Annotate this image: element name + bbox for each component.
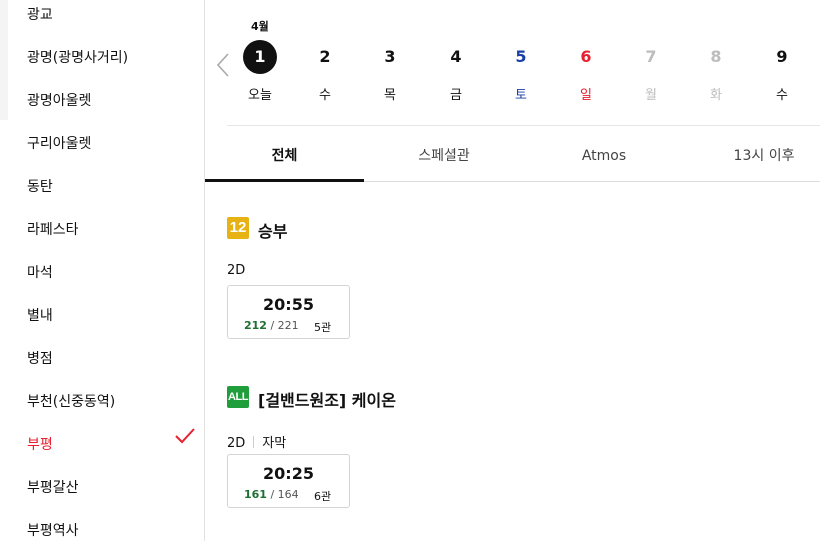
age-rating-badge: 12 xyxy=(227,217,249,239)
date-number: 4 xyxy=(450,47,462,66)
theater-sidebar: 광교 광명(광명사거리) 광명아울렛 구리아울렛 동탄 라페스타 마석 별내 병… xyxy=(0,0,205,541)
date-day-6[interactable]: 6 일 xyxy=(563,40,609,104)
check-icon xyxy=(175,428,195,444)
subtitle-label: 자막 xyxy=(262,436,287,451)
sidebar-item-gwangmyeong-outlet[interactable]: 광명아울렛 xyxy=(27,86,197,116)
showtime-button[interactable]: 20:55 212 / 221 5관 xyxy=(227,285,350,339)
date-number: 2 xyxy=(319,47,331,66)
seats-available: 161 xyxy=(244,488,267,501)
seats-available: 212 xyxy=(244,319,267,332)
sidebar-item-maseok[interactable]: 마석 xyxy=(27,258,197,288)
format-label: 2D xyxy=(227,436,246,451)
tab-atmos[interactable]: Atmos xyxy=(524,128,684,180)
sidebar-item-guri-outlet[interactable]: 구리아울렛 xyxy=(27,129,197,159)
sidebar-item-lafesta[interactable]: 라페스타 xyxy=(27,215,197,245)
date-divider xyxy=(227,125,820,126)
date-weekday: 목 xyxy=(384,88,396,103)
date-number: 8 xyxy=(710,47,722,66)
date-weekday: 화 xyxy=(710,88,722,103)
date-weekday: 월 xyxy=(645,88,657,103)
date-weekday: 오늘 xyxy=(248,88,272,103)
date-day-5[interactable]: 5 토 xyxy=(498,40,544,104)
sidebar-item-bucheon[interactable]: 부천(신중동역) xyxy=(27,387,197,417)
sidebar-item-bupyeong[interactable]: 부평 xyxy=(27,430,197,460)
movie-title[interactable]: 승부 xyxy=(258,218,287,242)
date-number: 7 xyxy=(645,47,657,66)
movie-format: 2D 자막 xyxy=(227,432,286,451)
date-day-4[interactable]: 4 금 xyxy=(433,40,479,104)
date-weekday: 일 xyxy=(580,88,592,103)
format-label: 2D xyxy=(227,263,246,278)
date-weekday: 금 xyxy=(450,88,462,103)
sidebar-item-byeollae[interactable]: 별내 xyxy=(27,301,197,331)
month-label: 4월 xyxy=(251,20,269,33)
date-number: 3 xyxy=(384,47,396,66)
movie-title[interactable]: [걸밴드원조] 케이온 xyxy=(258,387,396,411)
movie-format: 2D xyxy=(227,263,245,278)
date-day-7: 7 월 xyxy=(628,40,674,104)
date-number: 1 xyxy=(243,40,277,74)
sidebar-item-byeongjeom[interactable]: 병점 xyxy=(27,344,197,374)
date-day-2[interactable]: 2 수 xyxy=(302,40,348,104)
hall-label: 6관 xyxy=(314,490,332,503)
seat-count: 212 / 221 xyxy=(244,319,299,332)
tab-special[interactable]: 스페셜관 xyxy=(364,128,524,180)
date-number: 5 xyxy=(515,47,527,66)
date-day-3[interactable]: 3 목 xyxy=(367,40,413,104)
date-weekday: 토 xyxy=(515,88,527,103)
chevron-left-icon[interactable] xyxy=(214,52,234,78)
seats-total: / 221 xyxy=(270,319,299,332)
showtime-time: 20:55 xyxy=(263,295,314,314)
date-weekday: 수 xyxy=(776,88,788,103)
date-weekday: 수 xyxy=(319,88,331,103)
date-day-1[interactable]: 1 오늘 xyxy=(237,40,283,104)
date-day-9[interactable]: 9 수 xyxy=(759,40,805,104)
date-day-8: 8 화 xyxy=(693,40,739,104)
sidebar-item-dongtan[interactable]: 동탄 xyxy=(27,172,197,202)
sidebar-region-strip xyxy=(0,0,8,120)
showtime-time: 20:25 xyxy=(263,464,314,483)
sidebar-item-gwanggyo[interactable]: 광교 xyxy=(27,0,197,30)
seats-total: / 164 xyxy=(270,488,299,501)
active-tab-indicator xyxy=(205,179,364,182)
date-number: 9 xyxy=(776,47,788,66)
sidebar-item-bupyeong-galsan[interactable]: 부평갈산 xyxy=(27,473,197,503)
sidebar-item-bupyeong-station[interactable]: 부평역사 xyxy=(27,516,197,541)
hall-label: 5관 xyxy=(314,321,332,334)
tab-all[interactable]: 전체 xyxy=(205,128,364,180)
format-separator xyxy=(253,436,255,448)
age-rating-badge: ALL xyxy=(227,386,249,408)
showtime-button[interactable]: 20:25 161 / 164 6관 xyxy=(227,454,350,508)
date-number: 6 xyxy=(580,47,592,66)
seat-count: 161 / 164 xyxy=(244,488,299,501)
sidebar-item-gwangmyeong[interactable]: 광명(광명사거리) xyxy=(27,43,197,73)
tab-after-13[interactable]: 13시 이후 xyxy=(684,128,820,180)
